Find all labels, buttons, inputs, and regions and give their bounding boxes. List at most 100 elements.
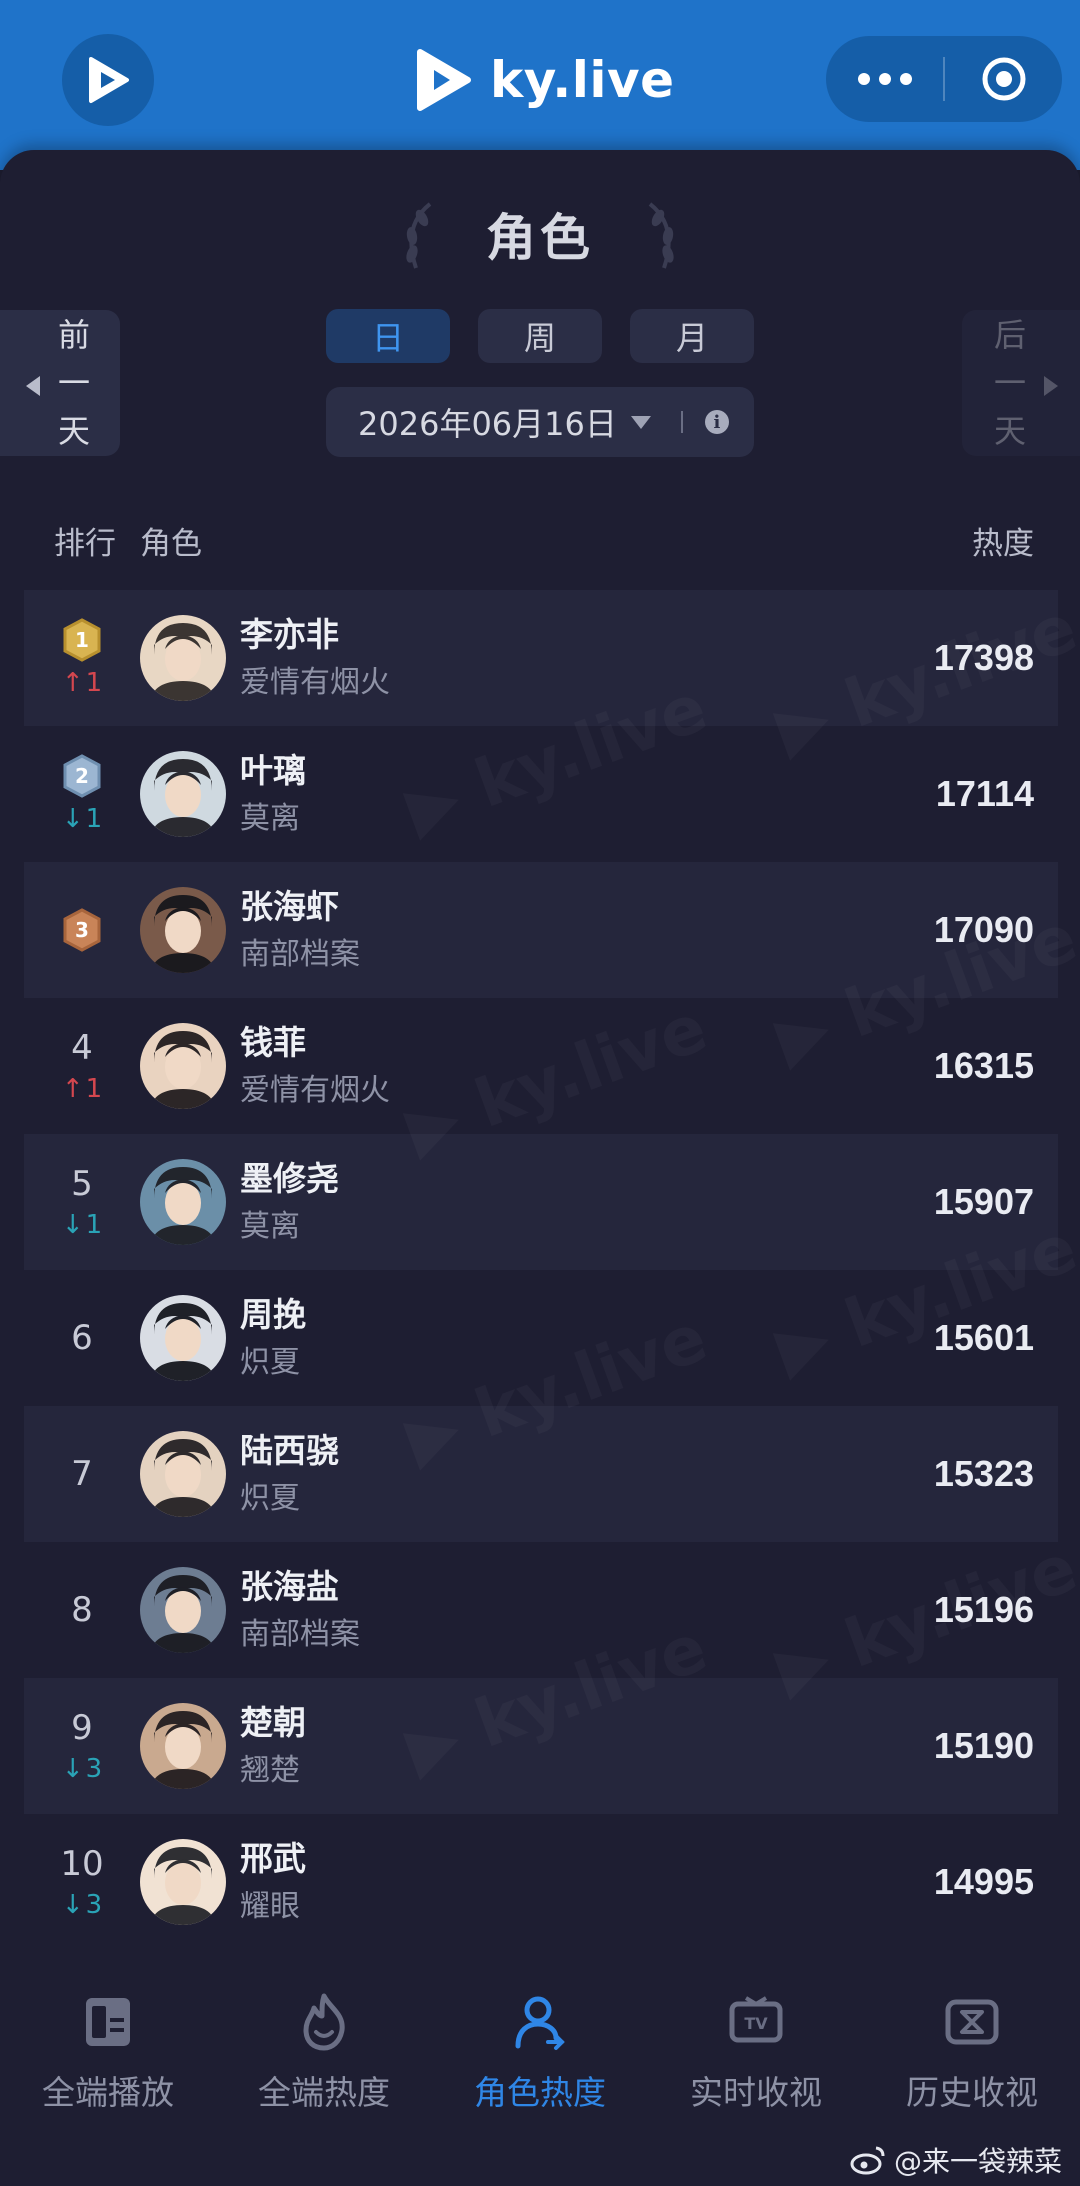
avatar <box>140 1431 226 1517</box>
heat-value: 15196 <box>933 1589 1034 1630</box>
info-icon[interactable]: i <box>704 410 729 434</box>
rank-medal-icon: 3 <box>62 908 102 952</box>
close-target-button[interactable] <box>945 36 1062 122</box>
ranking-list: 1 ↑ 1 李亦非 爱情有烟火 17398 2 ↓ 1 叶璃 莫离 17114 3 张海虾 南部档案 1709… <box>24 590 1058 1950</box>
name-cell: 墨修尧 莫离 <box>240 1159 339 1245</box>
role-name: 陆西骁 <box>240 1431 339 1470</box>
arrow-right-icon <box>1044 376 1058 396</box>
header-heat: 热度 <box>972 525 1034 562</box>
drama-name: 爱情有烟火 <box>240 665 390 700</box>
date-divider <box>680 411 683 433</box>
tab-month[interactable]: 月 <box>630 309 754 363</box>
previous-day-label: 前一天 <box>57 316 90 450</box>
credit: @来一袋辣菜 <box>850 2140 1062 2180</box>
table-row[interactable]: 5 ↓ 1 墨修尧 莫离 15907 <box>24 1134 1058 1270</box>
rank-number: 9 <box>71 1708 93 1748</box>
table-row[interactable]: 6 周挽 炽夏 15601 <box>24 1270 1058 1406</box>
nav-all-play[interactable]: 全端播放 <box>0 1940 216 2140</box>
brand: ky.live <box>412 40 675 120</box>
table-row[interactable]: 1 ↑ 1 李亦非 爱情有烟火 17398 <box>24 590 1058 726</box>
target-icon <box>982 57 1025 101</box>
next-day-button[interactable]: 后一天 <box>962 310 1080 456</box>
nav-label: 全端热度 <box>258 2073 390 2112</box>
drama-name: 炽夏 <box>240 1481 300 1516</box>
rank-cell: 10 ↓ 3 <box>24 1814 140 1950</box>
rank-cell: 7 <box>24 1406 140 1542</box>
heat-value: 17398 <box>933 637 1034 678</box>
rank-number: 3 <box>75 918 89 942</box>
drama-name: 爱情有烟火 <box>240 1073 390 1108</box>
avatar <box>140 615 226 701</box>
play-logo-icon <box>89 57 129 103</box>
avatar <box>140 1295 226 1381</box>
table-row[interactable]: 8 张海盐 南部档案 15196 <box>24 1542 1058 1678</box>
rank-cell: 5 ↓ 1 <box>24 1134 140 1270</box>
table-row[interactable]: 4 ↑ 1 钱菲 爱情有烟火 16315 <box>24 998 1058 1134</box>
rank-change-value: 3 <box>85 1890 103 1920</box>
name-cell: 张海虾 南部档案 <box>240 887 360 973</box>
rank-change: ↓ 3 <box>62 1890 102 1920</box>
more-dots-icon <box>857 73 912 85</box>
rank-cell: 8 <box>24 1542 140 1678</box>
arrow-down-icon: ↓ <box>61 1210 84 1240</box>
previous-day-button[interactable]: 前一天 <box>0 310 120 456</box>
svg-text:TV: TV <box>744 2014 768 2033</box>
avatar <box>140 751 226 837</box>
table-row[interactable]: 10 ↓ 3 邢武 耀眼 14995 <box>24 1814 1058 1950</box>
name-cell: 叶璃 莫离 <box>240 751 306 837</box>
arrow-up-icon: ↑ <box>61 1074 84 1104</box>
bottom-navigation: 全端播放 全端热度 角色热度 TV 实时收视 历史收视 <box>0 1940 1080 2140</box>
arrow-down-icon: ↓ <box>61 1890 84 1920</box>
name-cell: 钱菲 爱情有烟火 <box>240 1023 390 1109</box>
rank-change: ↑ 1 <box>62 668 102 698</box>
table-row[interactable]: 3 张海虾南部档案 17090 <box>24 862 1058 998</box>
rank-cell: 2 ↓ 1 <box>24 726 140 862</box>
weibo-icon <box>850 2146 885 2175</box>
date-picker[interactable]: 2026年06月16日 i <box>326 387 754 457</box>
role-name: 墨修尧 <box>240 1159 339 1198</box>
name-cell: 李亦非 爱情有烟火 <box>240 615 390 701</box>
tab-week[interactable]: 周 <box>478 309 602 363</box>
nav-all-heat[interactable]: 全端热度 <box>216 1940 432 2140</box>
drama-name: 翘楚 <box>240 1753 300 1788</box>
rank-change-value: 1 <box>85 1074 103 1104</box>
avatar <box>140 1703 226 1789</box>
date-value: 2026年06月16日 <box>358 405 617 443</box>
nav-history-rating[interactable]: 历史收视 <box>864 1940 1080 2140</box>
history-icon <box>945 1999 999 2045</box>
table-row[interactable]: 2 ↓ 1 叶璃 莫离 17114 <box>24 726 1058 862</box>
heat-value: 17114 <box>935 773 1034 814</box>
drama-name: 南部档案 <box>240 937 360 972</box>
rank-cell: 4 ↑ 1 <box>24 998 140 1134</box>
role-name: 叶璃 <box>240 751 306 790</box>
brand-logo-icon <box>417 49 471 111</box>
role-name: 张海虾 <box>240 887 339 926</box>
avatar <box>140 1159 226 1245</box>
rank-cell: 3 <box>24 862 140 998</box>
nav-live-rating[interactable]: TV 实时收视 <box>648 1940 864 2140</box>
nav-label: 历史收视 <box>906 2073 1038 2112</box>
table-row[interactable]: 9 ↓ 3 楚朝 翘楚 15190 <box>24 1678 1058 1814</box>
rank-cell: 1 ↑ 1 <box>24 590 140 726</box>
tab-day[interactable]: 日 <box>326 309 450 363</box>
heat-value: 17090 <box>933 909 1034 950</box>
nav-label: 全端播放 <box>42 2073 174 2112</box>
rank-number: 1 <box>75 628 89 652</box>
avatar <box>140 1023 226 1109</box>
more-button[interactable] <box>826 36 943 122</box>
name-cell: 周挽 炽夏 <box>240 1295 306 1381</box>
nav-role-heat[interactable]: 角色热度 <box>432 1940 648 2140</box>
section-title: 角色 <box>486 209 594 267</box>
table-row[interactable]: 7 陆西骁 炽夏 15323 <box>24 1406 1058 1542</box>
caret-down-icon <box>630 415 651 429</box>
mini-program-capsule <box>826 36 1062 122</box>
heat-value: 15907 <box>933 1181 1034 1222</box>
heat-value: 15601 <box>933 1317 1034 1358</box>
home-button[interactable] <box>62 34 154 126</box>
tv-icon: TV <box>729 1996 783 2043</box>
list-header: 排行 角色 热度 <box>24 500 1058 580</box>
arrow-up-icon: ↑ <box>61 668 84 698</box>
play-card-icon <box>86 1998 130 2046</box>
credit-text: @来一袋辣菜 <box>894 2145 1063 2178</box>
person-icon <box>515 1996 565 2050</box>
